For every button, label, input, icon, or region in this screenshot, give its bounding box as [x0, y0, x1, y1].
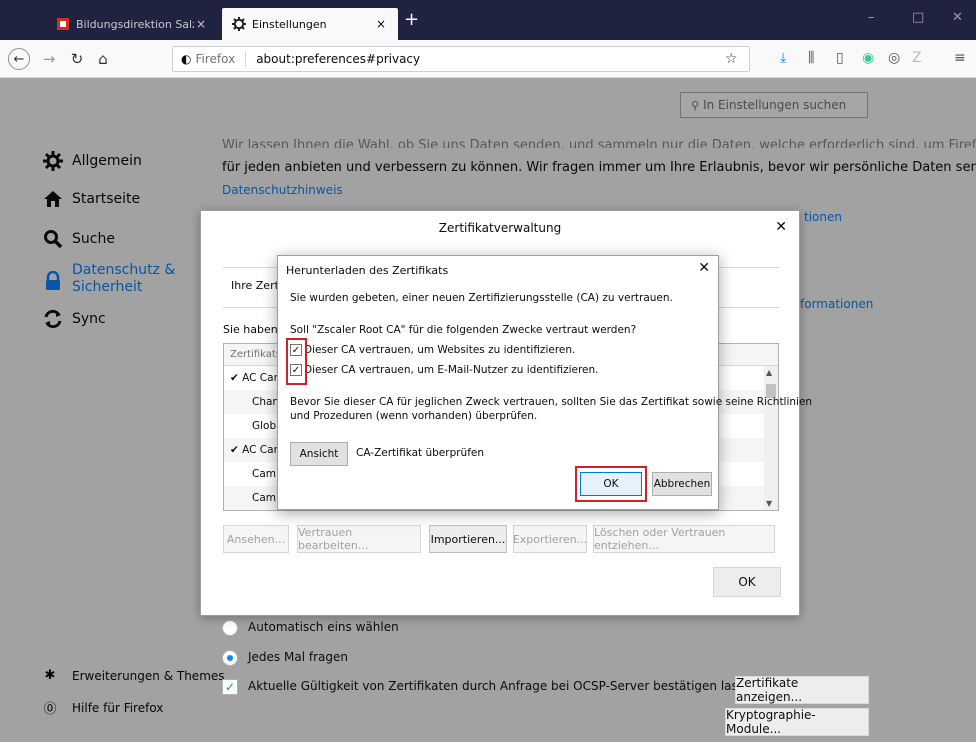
- view-certificate-button[interactable]: Ansicht: [290, 442, 348, 466]
- navigation-toolbar: ← → ↻ ⌂ ◐ Firefox about:preferences#priv…: [0, 40, 976, 78]
- note-text-line1: Bevor Sie dieser CA für jeglichen Zweck …: [290, 396, 813, 408]
- minimize-icon[interactable]: –: [868, 10, 875, 25]
- radio-ask-every-time-label: Jedes Mal fragen: [248, 650, 348, 664]
- forward-icon[interactable]: →: [38, 48, 60, 70]
- radio-auto-select-label: Automatisch eins wählen: [248, 620, 399, 634]
- close-tab-icon[interactable]: ×: [194, 17, 208, 31]
- new-tab-button[interactable]: +: [404, 10, 419, 30]
- close-icon[interactable]: ✕: [775, 219, 787, 235]
- dialog-title: Zertifikatverwaltung: [438, 221, 562, 235]
- trust-websites-label: Dieser CA vertrauen, um Websites zu iden…: [304, 344, 576, 356]
- tab-your-certificates[interactable]: Ihre Zert: [231, 279, 279, 292]
- dialog-title: Herunterladen des Zertifikats: [286, 264, 449, 277]
- red-logo-icon: [56, 17, 70, 31]
- checkbox-highlight: [286, 338, 307, 385]
- close-tab-icon[interactable]: ×: [374, 17, 388, 31]
- close-window-icon[interactable]: ✕: [952, 10, 963, 25]
- url-text: about:preferences#privacy: [256, 52, 421, 66]
- maximize-icon[interactable]: □: [912, 10, 924, 25]
- close-icon[interactable]: ✕: [698, 260, 710, 276]
- trust-email-label: Dieser CA vertrauen, um E-Mail-Nutzer zu…: [304, 364, 599, 376]
- radio-auto-select[interactable]: [222, 620, 238, 636]
- export-button[interactable]: Exportieren...: [513, 525, 587, 553]
- intro-text: Sie wurden gebeten, einer neuen Zertifiz…: [290, 292, 673, 304]
- radio-ask-every-time[interactable]: [222, 650, 238, 666]
- library-icon[interactable]: ⫼: [808, 50, 814, 66]
- download-icon[interactable]: ⤓: [780, 50, 786, 66]
- menu-icon[interactable]: ≡: [954, 50, 966, 66]
- sidebar-icon[interactable]: ▯: [836, 50, 844, 66]
- bookmark-star-icon[interactable]: ☆: [725, 51, 749, 67]
- import-button[interactable]: Importieren...: [429, 525, 507, 553]
- note-text-line2: und Prozeduren (wenn vorhanden) überprüf…: [290, 410, 538, 422]
- zscaler-icon[interactable]: Z: [912, 50, 922, 66]
- tab-strip: Bildungsdirektion Salzburg: Sta × Einste…: [0, 0, 976, 40]
- home-icon[interactable]: ⌂: [92, 48, 114, 70]
- firefox-icon: ◐: [181, 52, 192, 66]
- cancel-button[interactable]: Abbrechen: [652, 472, 712, 496]
- delete-distrust-button[interactable]: Löschen oder Vertrauen entziehen...: [593, 525, 775, 553]
- tree-scrollbar[interactable]: ▲ ▼: [764, 366, 778, 510]
- back-icon[interactable]: ←: [8, 48, 30, 70]
- url-bar[interactable]: ◐ Firefox about:preferences#privacy ☆: [172, 46, 750, 72]
- scroll-up-icon[interactable]: ▲: [766, 368, 772, 377]
- tab-bildungsdirektion[interactable]: Bildungsdirektion Salzburg: Sta ×: [46, 8, 218, 40]
- download-certificate-dialog: Herunterladen des Zertifikats ✕ Sie wurd…: [277, 255, 812, 510]
- tab-einstellungen[interactable]: Einstellungen ×: [222, 8, 398, 40]
- url-brand: Firefox: [195, 52, 236, 66]
- tab-title: Einstellungen: [252, 17, 327, 31]
- account-icon[interactable]: ◎: [888, 50, 900, 66]
- view-certificates-button[interactable]: Zertifikate anzeigen...: [735, 676, 869, 704]
- tab-title: Bildungsdirektion Salzburg: Sta: [76, 17, 194, 31]
- security-devices-button[interactable]: Kryptographie-Module...: [725, 708, 869, 736]
- view-certificate-label: CA-Zertifikat überprüfen: [356, 447, 485, 459]
- extension-icon[interactable]: ◉: [862, 50, 874, 66]
- url-separator: [245, 51, 247, 67]
- ok-highlight: [575, 466, 647, 502]
- edit-trust-button[interactable]: Vertrauen bearbeiten...: [297, 525, 421, 553]
- reload-icon[interactable]: ↻: [66, 48, 88, 70]
- ocsp-label: Aktuelle Gültigkeit von Zertifikaten dur…: [248, 679, 760, 693]
- ok-button[interactable]: OK: [713, 567, 781, 597]
- ocsp-checkbox[interactable]: ✓: [222, 679, 238, 695]
- scroll-down-icon[interactable]: ▼: [766, 499, 772, 508]
- question-text: Soll "Zscaler Root CA" für die folgenden…: [290, 324, 637, 336]
- gear-icon: [232, 17, 246, 31]
- view-button[interactable]: Ansehen...: [223, 525, 289, 553]
